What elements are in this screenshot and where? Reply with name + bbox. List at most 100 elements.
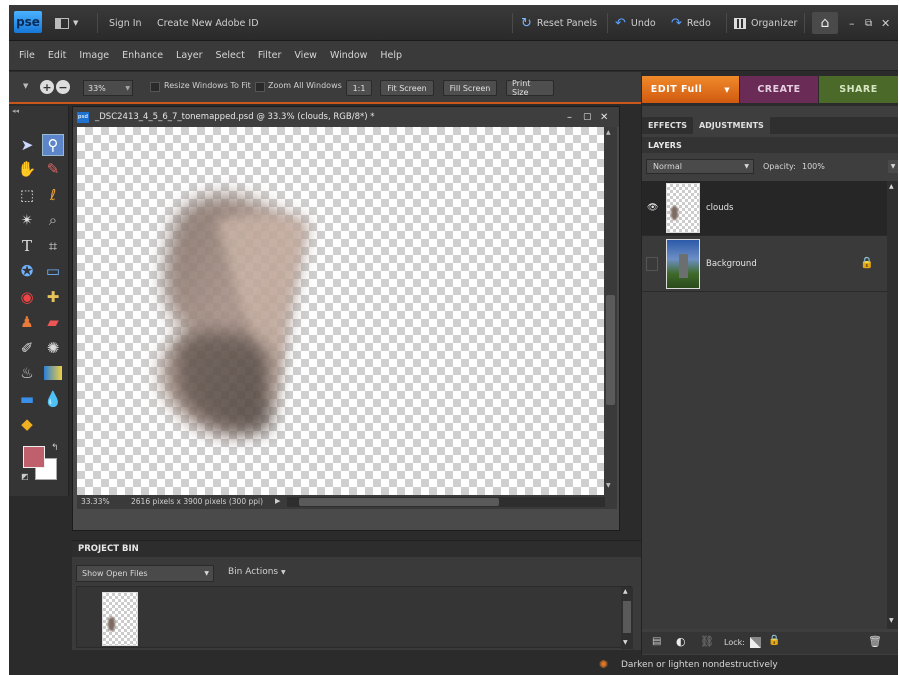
brush-tool-icon[interactable]: ✐ <box>16 337 38 359</box>
reset-panels-button[interactable]: ↻ Reset Panels <box>521 5 597 41</box>
menu-file[interactable]: File <box>19 50 35 61</box>
lock-all-icon[interactable]: 🔒 <box>768 635 780 646</box>
eyedropper-tool-icon[interactable]: ✎ <box>42 158 64 180</box>
menu-window[interactable]: Window <box>330 50 367 61</box>
lock-transparent-icon[interactable] <box>750 637 761 648</box>
quick-selection-tool-icon[interactable]: ⌕ <box>42 209 64 231</box>
collapse-toolbox-icon[interactable]: ◂◂ <box>12 107 19 115</box>
project-bin-header[interactable]: PROJECT BIN <box>72 541 644 557</box>
blur-tool-icon[interactable]: 💧 <box>42 388 64 410</box>
menu-view[interactable]: View <box>294 50 317 61</box>
adjustment-layer-icon[interactable]: ◐ <box>676 635 686 648</box>
create-tab[interactable]: CREATE <box>740 76 818 103</box>
doc-minimize-button[interactable]: – <box>567 112 572 123</box>
sponge-tool-icon[interactable]: ◆ <box>16 413 38 435</box>
clone-stamp-tool-icon[interactable]: ♟ <box>16 311 38 333</box>
close-window-button[interactable]: ✕ <box>881 5 890 41</box>
gradient-tool-icon[interactable] <box>44 366 62 380</box>
zoom-tool-icon[interactable]: ⚲ <box>42 134 64 156</box>
doc-maximize-button[interactable]: ▢ <box>583 112 592 122</box>
status-menu-arrow-icon[interactable]: ▶ <box>275 497 280 505</box>
restore-button[interactable]: ⧉ <box>865 5 872 41</box>
zoom-out-icon[interactable]: − <box>56 80 70 94</box>
red-eye-tool-icon[interactable]: ◉ <box>16 286 38 308</box>
home-button[interactable]: ⌂ <box>812 12 838 34</box>
layers-panel-header[interactable]: LAYERS <box>642 137 898 153</box>
trash-icon[interactable]: 🗑 <box>868 635 882 648</box>
zoom-all-windows-checkbox[interactable] <box>255 82 265 92</box>
doc-close-button[interactable]: ✕ <box>600 112 608 123</box>
menu-select[interactable]: Select <box>216 50 245 61</box>
new-layer-icon[interactable]: ▤ <box>652 636 661 647</box>
tab-effects[interactable]: EFFECTS <box>642 121 693 130</box>
tab-adjustments[interactable]: ADJUSTMENTS <box>692 117 770 134</box>
type-tool-icon[interactable]: T <box>16 235 38 257</box>
healing-brush-tool-icon[interactable]: ✚ <box>42 286 64 308</box>
resize-windows-checkbox[interactable] <box>150 82 160 92</box>
h-scroll-thumb[interactable] <box>299 498 499 506</box>
hand-tool-icon[interactable]: ✋ <box>16 158 38 180</box>
straighten-tool-icon[interactable]: ▭ <box>42 260 64 282</box>
share-tab[interactable]: SHARE <box>819 76 898 103</box>
eraser-tool-icon[interactable]: ▰ <box>42 311 64 333</box>
menu-image[interactable]: Image <box>79 50 109 61</box>
menu-help[interactable]: Help <box>380 50 402 61</box>
edit-full-tab[interactable]: EDIT Full ▼ <box>642 76 739 103</box>
sign-in-link[interactable]: Sign In <box>109 5 142 41</box>
scroll-up-arrow[interactable]: ▲ <box>606 129 611 136</box>
menu-enhance[interactable]: Enhance <box>122 50 163 61</box>
fill-screen-button[interactable]: Fill Screen <box>443 80 497 96</box>
scroll-thumb[interactable] <box>606 295 615 405</box>
bin-scrollbar[interactable]: ▲ ▼ <box>621 587 633 649</box>
workspace-switcher-button[interactable]: ▼ <box>55 5 78 41</box>
menu-edit[interactable]: Edit <box>48 50 66 61</box>
tool-preset-chevron-icon[interactable]: ▼ <box>23 82 28 90</box>
minimize-button[interactable]: – <box>849 5 855 41</box>
visibility-toggle-empty[interactable] <box>646 257 658 271</box>
cookie-cutter-tool-icon[interactable]: ✪ <box>16 260 38 282</box>
layers-scrollbar[interactable]: ▲ ▼ <box>887 181 898 629</box>
marquee-tool-icon[interactable]: ⬚ <box>16 184 38 206</box>
foreground-color-swatch[interactable] <box>23 446 45 468</box>
smart-brush-tool-icon[interactable]: ✺ <box>42 337 64 359</box>
swap-colors-icon[interactable]: ↰ <box>51 443 59 453</box>
canvas-horizontal-scrollbar[interactable] <box>287 497 605 507</box>
canvas-vertical-scrollbar[interactable]: ▲ ▼ <box>604 127 617 495</box>
paint-bucket-tool-icon[interactable]: ♨ <box>16 362 38 384</box>
scroll-down-arrow[interactable]: ▼ <box>623 639 628 646</box>
blend-mode-select[interactable]: Normal ▼ <box>646 159 754 174</box>
image-canvas[interactable] <box>77 127 604 495</box>
move-tool-icon[interactable]: ➤ <box>16 134 38 156</box>
default-colors-icon[interactable]: ◩ <box>21 472 29 481</box>
fit-screen-button[interactable]: Fit Screen <box>380 80 434 96</box>
magic-wand-tool-icon[interactable]: ✴ <box>16 209 38 231</box>
scroll-up-arrow[interactable]: ▲ <box>889 183 894 190</box>
show-files-select[interactable]: Show Open Files ▼ <box>76 565 214 582</box>
layer-row-background[interactable]: Background 🔒 <box>642 237 887 292</box>
undo-button[interactable]: ↶ Undo <box>615 5 656 41</box>
bin-scroll-thumb[interactable] <box>623 601 631 633</box>
link-layers-icon[interactable]: ⛓ <box>700 635 714 648</box>
crop-tool-icon[interactable]: ⌗ <box>42 235 64 257</box>
opacity-dropdown[interactable]: ▼ <box>888 160 898 173</box>
visibility-eye-icon[interactable]: 👁 <box>647 203 658 213</box>
bin-actions-menu[interactable]: Bin Actions ▼ <box>228 567 286 577</box>
lasso-tool-icon[interactable]: ℓ <box>42 184 64 206</box>
opacity-value[interactable]: 100% <box>802 162 825 171</box>
organizer-button[interactable]: Organizer <box>734 5 797 41</box>
zoom-input[interactable]: 33% ▼ <box>83 80 133 96</box>
menu-layer[interactable]: Layer <box>176 50 203 61</box>
zoom-in-icon[interactable]: + <box>40 80 54 94</box>
redo-button[interactable]: ↷ Redo <box>671 5 711 41</box>
scroll-down-arrow[interactable]: ▼ <box>889 617 894 624</box>
menu-filter[interactable]: Filter <box>258 50 282 61</box>
zoom-value: 33% <box>88 83 106 93</box>
print-size-button[interactable]: Print Size <box>506 79 554 97</box>
open-file-thumbnail[interactable] <box>102 592 138 646</box>
layer-row-clouds[interactable]: 👁 clouds <box>642 181 887 236</box>
shape-tool-icon[interactable]: ▬ <box>16 388 38 410</box>
scroll-up-arrow[interactable]: ▲ <box>623 588 628 595</box>
scroll-down-arrow[interactable]: ▼ <box>606 482 611 489</box>
actual-pixels-button[interactable]: 1:1 <box>346 80 372 96</box>
create-adobe-id-link[interactable]: Create New Adobe ID <box>157 5 259 41</box>
